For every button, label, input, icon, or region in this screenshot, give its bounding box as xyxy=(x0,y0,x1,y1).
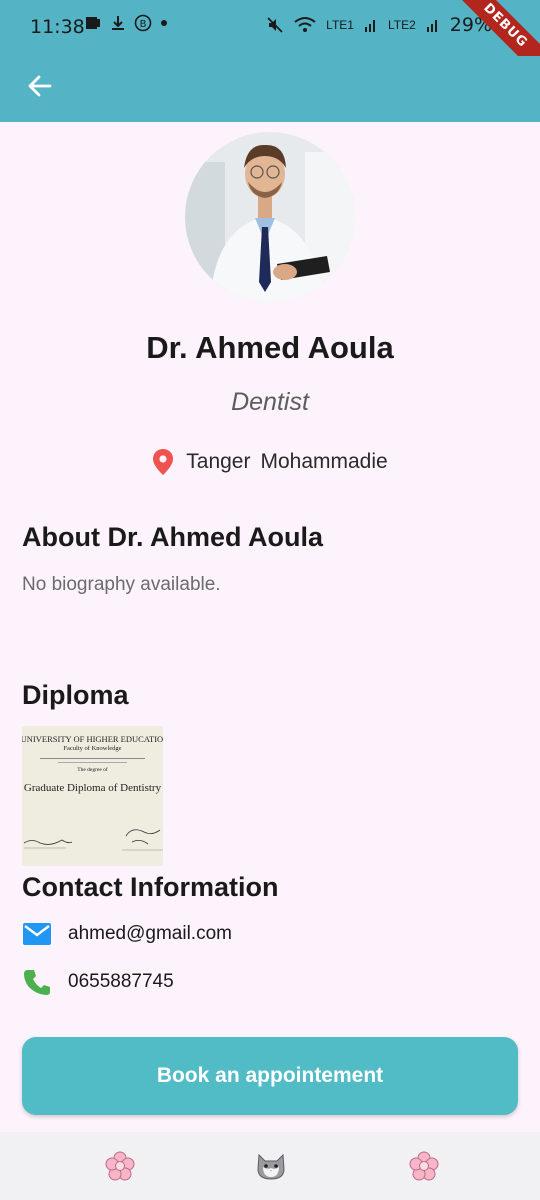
svg-text:B: B xyxy=(140,19,147,30)
status-time: 11:38 xyxy=(30,16,85,38)
sim2-label: LTE2 xyxy=(387,18,416,32)
nav-item-left[interactable] xyxy=(104,1150,136,1182)
cat-icon xyxy=(257,1153,285,1180)
back-button[interactable] xyxy=(20,66,60,106)
notification-icon xyxy=(86,17,100,29)
diploma-image[interactable]: UNIVERSITY OF HIGHER EDUCATION Faculty o… xyxy=(22,726,163,866)
phone-text: 0655887745 xyxy=(68,971,174,992)
mute-icon xyxy=(267,17,283,33)
doctor-profile: Dr. Ahmed Aoula Dentist Tanger Mohammadi… xyxy=(0,122,540,1020)
signal-icon-1 xyxy=(364,20,375,32)
signal-icon-2 xyxy=(426,20,437,32)
book-appointment-button[interactable]: Book an appointement xyxy=(22,1037,518,1115)
phone-row[interactable]: 0655887745 xyxy=(22,968,174,996)
diploma-signatures xyxy=(23,829,163,851)
nav-item-right[interactable] xyxy=(408,1150,440,1182)
email-row[interactable]: ahmed@gmail.com xyxy=(22,922,232,946)
bottom-navigation xyxy=(0,1132,540,1200)
email-text: ahmed@gmail.com xyxy=(68,923,232,944)
status-bar: 11:38 B LTE1 LTE2 29% DEBUG xyxy=(0,0,540,81)
mail-icon xyxy=(23,923,51,945)
sim1-label: LTE1 xyxy=(326,18,354,32)
arrow-left-icon xyxy=(28,75,52,97)
doctor-specialty: Dentist xyxy=(231,388,309,416)
biography-text: No biography available. xyxy=(22,574,221,595)
phone-icon xyxy=(24,970,50,995)
diploma-title: Diploma xyxy=(22,680,129,710)
contact-title: Contact Information xyxy=(22,872,279,902)
location-city: Tanger xyxy=(186,450,251,473)
about-title: About Dr. Ahmed Aoula xyxy=(22,522,323,552)
dot-icon xyxy=(161,20,167,26)
doctor-avatar xyxy=(185,132,355,302)
location-district: Mohammadie xyxy=(260,450,388,473)
doctor-name: Dr. Ahmed Aoula xyxy=(146,330,394,365)
system-icons: LTE1 LTE2 29% xyxy=(266,14,492,36)
wifi-icon xyxy=(294,17,316,32)
b-circle-icon: B xyxy=(134,14,152,32)
flower-icon xyxy=(409,1151,439,1181)
app-bar xyxy=(0,56,540,122)
nav-item-center[interactable] xyxy=(255,1150,287,1182)
doctor-location: Tanger Mohammadie xyxy=(0,448,540,476)
location-pin-icon xyxy=(153,449,174,475)
download-icon xyxy=(112,16,124,30)
flower-icon xyxy=(105,1151,135,1181)
notification-icons: B xyxy=(84,14,168,32)
